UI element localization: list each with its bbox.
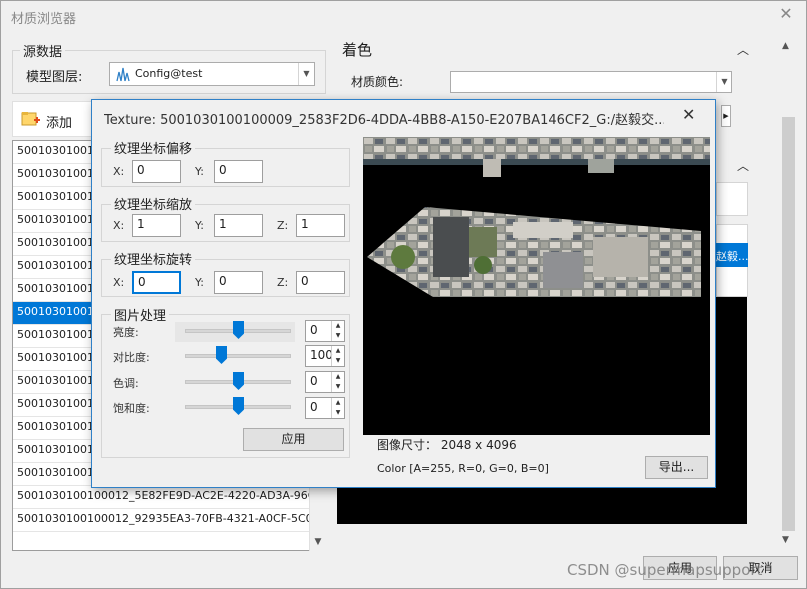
- contrast-slider-track[interactable]: [185, 354, 291, 358]
- right-scrollbar-thumb[interactable]: [782, 117, 795, 531]
- hue-label: 色调:: [113, 377, 139, 390]
- image-apply-button[interactable]: 应用: [243, 428, 344, 451]
- chevron-up-icon[interactable]: ▲: [332, 346, 344, 356]
- chevron-down-icon[interactable]: ▼: [716, 72, 732, 92]
- list-item[interactable]: 5001030100100012_5E82FE9D-AC2E-4220-AD3A…: [13, 486, 309, 509]
- scale-title: 纹理坐标缩放: [111, 194, 196, 213]
- window-title: 材质浏览器: [11, 12, 77, 27]
- layer-select[interactable]: Config@test ▼: [109, 62, 315, 86]
- scale-x-label: X:: [113, 219, 125, 232]
- chevron-down-icon[interactable]: ▼: [782, 535, 789, 545]
- offset-y-label: Y:: [195, 165, 204, 178]
- chevron-up-icon[interactable]: ︿: [737, 41, 749, 58]
- chevron-up-icon[interactable]: ︿: [737, 157, 749, 174]
- chevron-up-icon[interactable]: ▲: [782, 41, 789, 51]
- contrast-value: 100: [310, 348, 333, 362]
- rotate-title: 纹理坐标旋转: [111, 249, 196, 268]
- saturation-spinner[interactable]: 0 ▲ ▼: [305, 397, 345, 419]
- hue-spinner[interactable]: 0 ▲ ▼: [305, 371, 345, 393]
- chevron-down-icon[interactable]: ▼: [332, 382, 344, 392]
- scale-z-label: Z:: [277, 219, 289, 232]
- color-text: Color [A=255, R=0, G=0, B=0]: [377, 462, 549, 475]
- image-size-text: 图像尺寸： 2048 x 4096: [377, 438, 517, 452]
- source-data-title: 源数据: [20, 41, 66, 60]
- export-button[interactable]: 导出...: [645, 456, 708, 479]
- scale-x-input[interactable]: 1: [132, 214, 181, 237]
- partial-selected-item[interactable]: 赵毅...: [716, 243, 748, 267]
- shading-title: 着色: [342, 41, 373, 59]
- chevron-down-icon[interactable]: ▼: [298, 63, 314, 85]
- offset-y-input[interactable]: 0: [214, 160, 263, 183]
- scale-y-label: Y:: [195, 219, 204, 232]
- rotate-z-input[interactable]: 0: [296, 271, 345, 294]
- chevron-down-icon[interactable]: ▼: [332, 408, 344, 418]
- scale-z-input[interactable]: 1: [296, 214, 345, 237]
- rotate-x-input[interactable]: 0: [132, 271, 181, 294]
- right-expand-arrow[interactable]: ▶: [721, 105, 731, 127]
- partial-panel: [716, 182, 748, 216]
- scale-y-input[interactable]: 1: [214, 214, 263, 237]
- add-button[interactable]: 添加: [46, 112, 72, 131]
- chevron-up-icon[interactable]: ▲: [332, 372, 344, 382]
- saturation-label: 饱和度:: [113, 402, 150, 415]
- chevron-down-icon[interactable]: ▼: [332, 356, 344, 366]
- material-color-label: 材质颜色:: [351, 75, 404, 89]
- texture-preview: [363, 137, 710, 435]
- close-icon[interactable]: ✕: [682, 105, 695, 124]
- chevron-up-icon[interactable]: ▲: [332, 321, 344, 331]
- close-icon[interactable]: ✕: [777, 5, 795, 23]
- rotate-z-label: Z:: [277, 276, 289, 289]
- texture-dialog: Texture: 5001030100100009_2583F2D6-4DDA-…: [91, 99, 716, 488]
- contrast-label: 对比度:: [113, 351, 150, 364]
- contrast-spinner[interactable]: 100 ▲ ▼: [305, 345, 345, 367]
- rotate-y-label: Y:: [195, 276, 204, 289]
- list-item[interactable]: 5001030100100012_92935EA3-70FB-4321-A0CF…: [13, 509, 309, 532]
- brightness-spinner[interactable]: 0 ▲ ▼: [305, 320, 345, 342]
- rotate-y-input[interactable]: 0: [214, 271, 263, 294]
- dialog-title: Texture: 5001030100100009_2583F2D6-4DDA-…: [104, 113, 664, 128]
- chevron-down-icon[interactable]: ▼: [312, 537, 324, 549]
- image-processing-title: 图片处理: [111, 305, 170, 324]
- offset-x-input[interactable]: 0: [132, 160, 181, 183]
- saturation-value: 0: [310, 400, 318, 414]
- offset-x-label: X:: [113, 165, 125, 178]
- brightness-label: 亮度:: [113, 326, 139, 339]
- hue-value: 0: [310, 374, 318, 388]
- layer-label: 模型图层:: [26, 70, 83, 85]
- layer-value: Config@test: [135, 67, 203, 80]
- rotate-x-label: X:: [113, 276, 125, 289]
- brightness-value: 0: [310, 323, 318, 337]
- aerial-texture-image: [363, 137, 710, 297]
- chevron-up-icon[interactable]: ▲: [332, 398, 344, 408]
- add-icon: [21, 109, 41, 129]
- material-color-select[interactable]: ▼: [450, 71, 732, 93]
- offset-title: 纹理坐标偏移: [111, 138, 196, 157]
- watermark: CSDN @supermapsupport: [567, 561, 763, 579]
- chevron-down-icon[interactable]: ▼: [332, 331, 344, 341]
- layer-icon: [116, 66, 130, 82]
